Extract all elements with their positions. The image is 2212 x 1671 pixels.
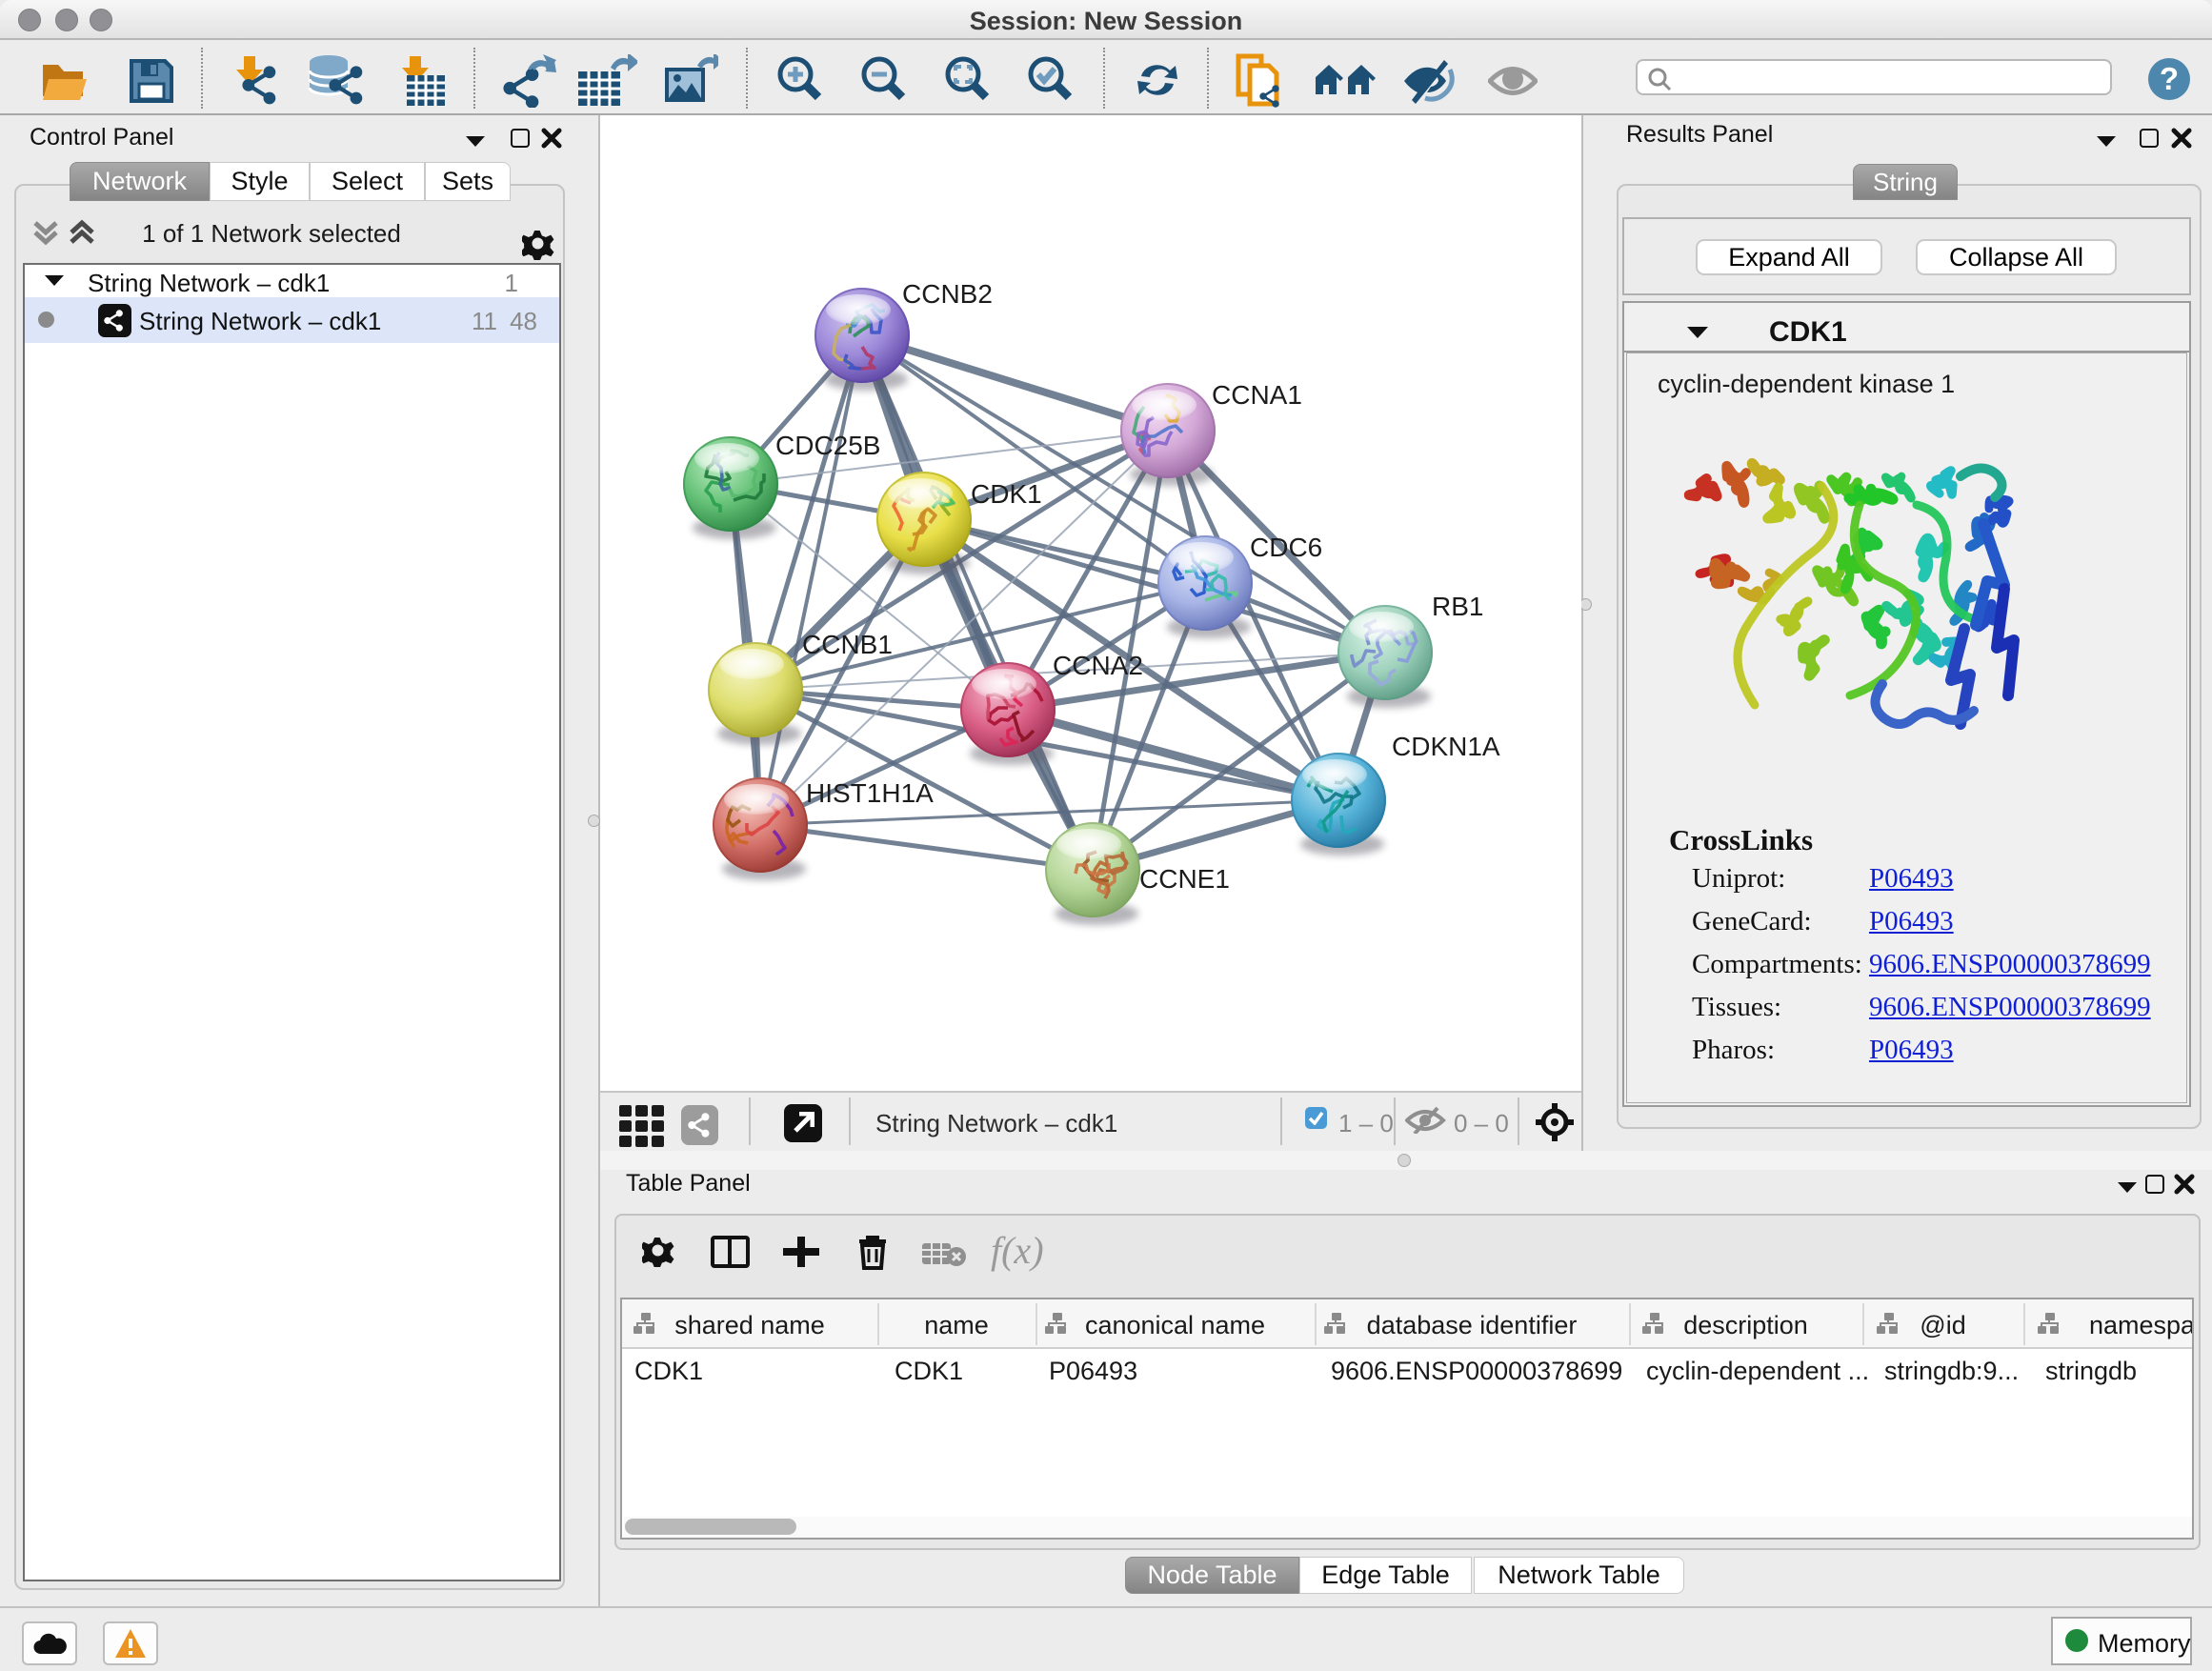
svg-text:CCNA2: CCNA2 bbox=[1053, 651, 1143, 680]
svg-text:CCNB2: CCNB2 bbox=[902, 279, 993, 309]
svg-text:CDK1: CDK1 bbox=[971, 479, 1042, 509]
svg-text:CDC25B: CDC25B bbox=[775, 431, 880, 460]
svg-text:HIST1H1A: HIST1H1A bbox=[806, 778, 934, 808]
svg-text:RB1: RB1 bbox=[1432, 592, 1483, 621]
svg-text:CCNA1: CCNA1 bbox=[1212, 380, 1302, 410]
svg-text:CCNB1: CCNB1 bbox=[802, 630, 893, 659]
svg-text:CDC6: CDC6 bbox=[1250, 533, 1322, 562]
svg-text:CDKN1A: CDKN1A bbox=[1392, 732, 1500, 761]
svg-text:CCNE1: CCNE1 bbox=[1139, 864, 1230, 894]
